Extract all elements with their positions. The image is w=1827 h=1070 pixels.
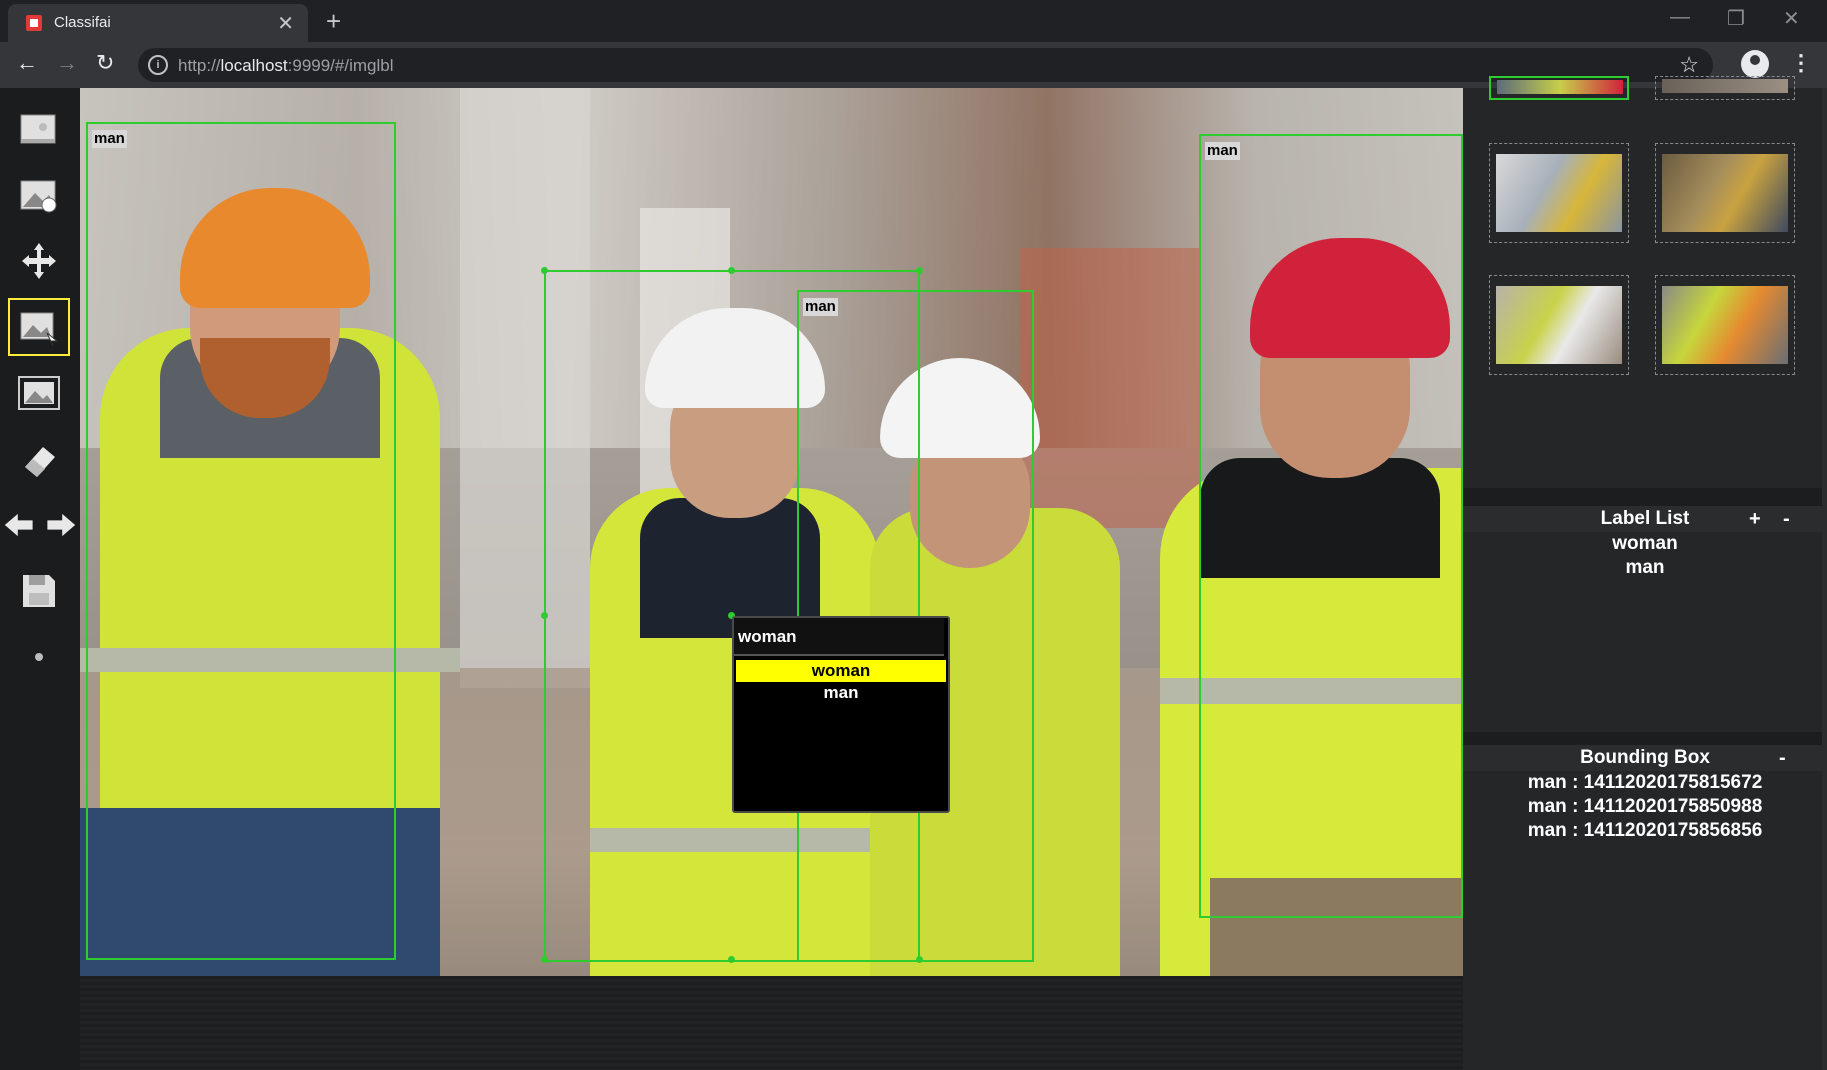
bbox-list-item[interactable]: man : 14112020175850988 <box>1463 795 1827 819</box>
label-list-title: Label List <box>1600 508 1690 529</box>
bounding-box-list: man : 14112020175815672 man : 1411202017… <box>1463 771 1827 1070</box>
new-tab-icon[interactable]: + <box>326 6 341 37</box>
label-option-man[interactable]: man <box>736 682 946 704</box>
canvas-bottom-strip <box>80 976 1463 1070</box>
resize-handle[interactable] <box>728 956 735 963</box>
window-close-icon[interactable]: ✕ <box>1783 6 1800 31</box>
label-input[interactable]: woman <box>734 618 944 656</box>
label-list-item[interactable]: man <box>1463 556 1827 580</box>
thumbnail-current[interactable] <box>1489 76 1629 100</box>
thumbnail-image <box>1496 154 1622 232</box>
bbox-man-1[interactable]: man <box>86 122 396 960</box>
right-panel-scrollbar[interactable] <box>1822 88 1827 1070</box>
thumbnail[interactable] <box>1655 76 1795 100</box>
forward-icon[interactable]: → <box>56 50 78 76</box>
bounding-box-title: Bounding Box <box>1580 747 1710 768</box>
bookmark-star-icon[interactable]: ☆ <box>1679 52 1699 78</box>
move-icon <box>22 243 56 279</box>
right-panel: Label List + - woman man Bounding Box - … <box>1463 76 1827 1070</box>
tab-title: Classifai <box>54 14 111 31</box>
bounding-box-header: Bounding Box - <box>1463 745 1827 771</box>
thumbnail-image <box>1496 286 1622 364</box>
resize-handle[interactable] <box>541 612 548 619</box>
thumbnail[interactable] <box>1655 143 1795 243</box>
resize-handle[interactable] <box>916 267 923 274</box>
polygon-image-icon <box>18 376 60 410</box>
url-text: http://localhost:9999/#/imglbl <box>178 56 394 75</box>
prev-next-button[interactable] <box>0 496 80 554</box>
close-tab-icon[interactable]: ✕ <box>277 11 294 36</box>
save-icon <box>23 575 55 607</box>
resize-handle[interactable] <box>541 956 548 963</box>
eraser-icon <box>25 447 55 477</box>
label-list-header: Label List + - <box>1463 506 1827 532</box>
prev-next-arrows-icon <box>4 513 76 537</box>
save-button[interactable] <box>8 562 70 620</box>
add-label-button[interactable]: + <box>1749 506 1761 532</box>
image-workers-photo: man man man <box>80 88 1463 976</box>
label-selection-popup: woman woman man <box>732 616 950 813</box>
bbox-label: man <box>1205 142 1240 160</box>
browser-title-bar: Classifai ✕ + — ❐ ✕ <box>0 0 1827 42</box>
add-image-icon <box>20 180 57 213</box>
address-bar[interactable]: i http://localhost:9999/#/imglbl ☆ <box>138 48 1713 82</box>
bbox-label: man <box>92 130 127 148</box>
bbox-list-item[interactable]: man : 14112020175815672 <box>1463 771 1827 795</box>
thumbnail[interactable] <box>1489 275 1629 375</box>
thumbnail[interactable] <box>1489 143 1629 243</box>
polygon-tool-button[interactable] <box>8 364 70 422</box>
bbox-man-2[interactable]: man <box>1199 134 1463 918</box>
browser-tab[interactable]: Classifai ✕ <box>8 4 308 42</box>
tool-sidebar <box>0 88 80 1070</box>
back-icon[interactable]: ← <box>16 50 38 76</box>
thumbnail-image <box>1662 79 1788 93</box>
remove-label-button[interactable]: - <box>1783 506 1790 532</box>
bounding-box-tool-button[interactable] <box>8 298 70 356</box>
profile-avatar-icon[interactable] <box>1741 50 1769 78</box>
browser-menu-icon[interactable]: ⋮ <box>1790 50 1812 76</box>
open-folder-icon <box>20 114 56 144</box>
thumbnail-gallery <box>1463 76 1827 488</box>
classifai-favicon-icon <box>26 15 42 31</box>
dot-icon <box>35 653 43 661</box>
thumbnail[interactable] <box>1655 275 1795 375</box>
minimize-icon[interactable]: — <box>1670 6 1690 29</box>
move-button[interactable] <box>8 232 70 290</box>
reload-icon[interactable]: ↻ <box>96 50 114 76</box>
thumbnail-image <box>1662 286 1788 364</box>
site-info-icon[interactable]: i <box>148 55 168 75</box>
label-list-item[interactable]: woman <box>1463 532 1827 556</box>
dot-button[interactable] <box>8 628 70 686</box>
thumbnail-image <box>1662 154 1788 232</box>
label-option-woman[interactable]: woman <box>736 660 946 682</box>
resize-handle[interactable] <box>728 267 735 274</box>
eraser-button[interactable] <box>8 430 70 488</box>
remove-bbox-button[interactable]: - <box>1779 745 1786 771</box>
bounding-box-tool-icon <box>20 312 59 347</box>
add-image-button[interactable] <box>8 166 70 224</box>
restore-icon[interactable]: ❐ <box>1727 6 1745 31</box>
labeling-canvas[interactable]: man man man <box>80 88 1463 1070</box>
resize-handle[interactable] <box>916 956 923 963</box>
label-list: woman man <box>1463 532 1827 732</box>
bbox-list-item[interactable]: man : 14112020175856856 <box>1463 819 1827 843</box>
thumbnail-image <box>1497 80 1623 94</box>
open-folder-button[interactable] <box>8 100 70 158</box>
resize-handle[interactable] <box>541 267 548 274</box>
